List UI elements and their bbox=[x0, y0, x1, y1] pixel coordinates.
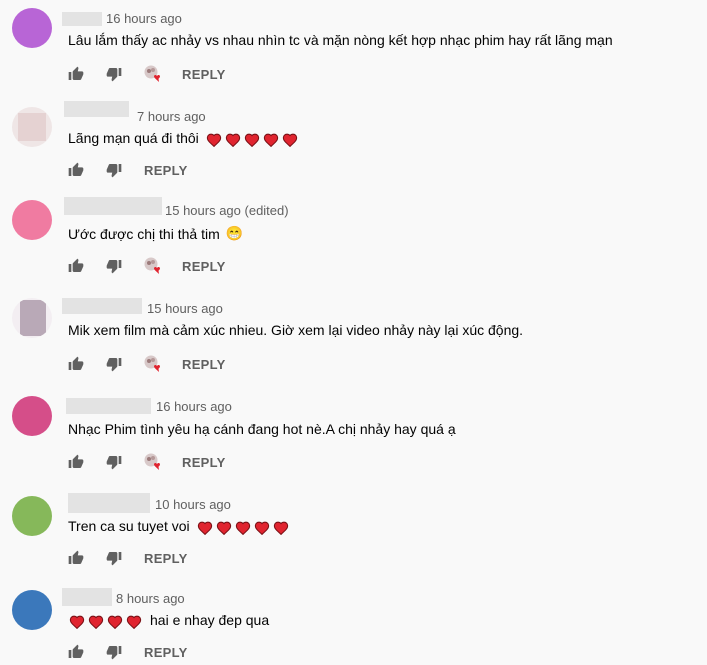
thumbs-down-icon[interactable] bbox=[106, 66, 122, 82]
thumbs-up-icon[interactable] bbox=[68, 550, 84, 566]
author-name[interactable] bbox=[62, 12, 102, 26]
comment-text: hai e nhay đep qua bbox=[66, 612, 269, 629]
comment-text: Mik xem film mà cảm xúc nhieu. Giờ xem l… bbox=[68, 322, 523, 338]
comment-text-content: Mik xem film mà cảm xúc nhieu. Giờ xem l… bbox=[68, 322, 524, 338]
avatar[interactable] bbox=[12, 200, 52, 240]
creator-heart-icon bbox=[144, 65, 162, 83]
reply-button[interactable]: REPLY bbox=[182, 357, 226, 372]
thumbs-up-icon[interactable] bbox=[68, 454, 84, 470]
comment-text-content: hai e nhay đep qua bbox=[150, 612, 270, 629]
comment-text: Lâu lắm thấy ac nhảy vs nhau nhìn tc và … bbox=[68, 32, 613, 48]
author-name[interactable] bbox=[62, 298, 142, 314]
comment-text-content: Nhạc Phim tình yêu hạ cánh đang hot nè.A… bbox=[68, 421, 456, 437]
author-name[interactable] bbox=[64, 101, 129, 117]
reply-button[interactable]: REPLY bbox=[182, 67, 226, 82]
red-heart-icon bbox=[88, 615, 104, 629]
red-heart-icon bbox=[263, 133, 278, 147]
thumbs-down-icon[interactable] bbox=[106, 454, 122, 470]
reply-button[interactable]: REPLY bbox=[144, 163, 188, 178]
comment-time[interactable]: 15 hours ago bbox=[147, 301, 223, 316]
avatar[interactable] bbox=[12, 8, 52, 48]
avatar[interactable] bbox=[12, 298, 52, 338]
comment-time[interactable]: 8 hours ago bbox=[116, 591, 185, 606]
avatar[interactable] bbox=[12, 496, 52, 536]
reply-button[interactable]: REPLY bbox=[182, 455, 226, 470]
thumbs-down-icon[interactable] bbox=[106, 258, 122, 274]
red-heart-icon bbox=[216, 521, 231, 535]
comment-text-content: Tren ca su tuyet voi bbox=[68, 518, 190, 535]
comment-text-content: Lãng mạn quá đi thôi bbox=[68, 130, 199, 147]
thumbs-up-icon[interactable] bbox=[68, 356, 84, 372]
thumbs-down-icon[interactable] bbox=[106, 644, 122, 660]
red-heart-icon bbox=[273, 521, 288, 535]
comment-actions: REPLY bbox=[68, 642, 188, 662]
thumbs-up-icon[interactable] bbox=[68, 258, 84, 274]
heart-emoji-group bbox=[194, 518, 289, 535]
avatar[interactable] bbox=[12, 396, 52, 436]
red-heart-icon bbox=[225, 133, 240, 147]
comment-actions: REPLY bbox=[68, 256, 226, 276]
red-heart-icon bbox=[244, 133, 259, 147]
comment-text-content: Ước được chị thi thả tim bbox=[68, 225, 220, 242]
author-name[interactable] bbox=[64, 197, 162, 215]
red-heart-icon bbox=[107, 615, 123, 629]
red-heart-icon bbox=[69, 615, 85, 629]
comment-text: Ước được chị thi thả tim 😁 bbox=[68, 225, 243, 242]
reply-button[interactable]: REPLY bbox=[182, 259, 226, 274]
red-heart-icon bbox=[197, 521, 212, 535]
comment-time[interactable]: 16 hours ago bbox=[106, 11, 182, 26]
comment-text: Lãng mạn quá đi thôi bbox=[68, 130, 298, 147]
comment-text: Nhạc Phim tình yêu hạ cánh đang hot nè.A… bbox=[68, 421, 456, 437]
comment-time[interactable]: 10 hours ago bbox=[155, 497, 231, 512]
thumbs-up-icon[interactable] bbox=[68, 162, 84, 178]
comment-actions: REPLY bbox=[68, 354, 226, 374]
comment-time[interactable]: 16 hours ago bbox=[156, 399, 232, 414]
comment-actions: REPLY bbox=[68, 452, 226, 472]
avatar[interactable] bbox=[12, 107, 52, 147]
creator-heart-icon bbox=[144, 257, 162, 275]
avatar[interactable] bbox=[12, 590, 52, 630]
heart-emoji-group bbox=[203, 130, 298, 147]
thumbs-down-icon[interactable] bbox=[106, 550, 122, 566]
red-heart-icon bbox=[206, 133, 221, 147]
creator-heart-icon bbox=[144, 355, 162, 373]
red-heart-icon bbox=[254, 521, 269, 535]
thumbs-down-icon[interactable] bbox=[106, 162, 122, 178]
red-heart-icon bbox=[282, 133, 297, 147]
comment-actions: REPLY bbox=[68, 548, 188, 568]
comment-time[interactable]: 7 hours ago bbox=[137, 109, 206, 124]
heart-emoji-group bbox=[66, 612, 142, 629]
creator-heart-icon bbox=[144, 453, 162, 471]
author-name[interactable] bbox=[62, 588, 112, 606]
comment-text-content: Lâu lắm thấy ac nhảy vs nhau nhìn tc và … bbox=[68, 32, 613, 48]
red-heart-icon bbox=[235, 521, 250, 535]
red-heart-icon bbox=[126, 615, 142, 629]
comment-text: Tren ca su tuyet voi bbox=[68, 518, 289, 535]
author-name[interactable] bbox=[66, 398, 151, 414]
comment-time[interactable]: 15 hours ago (edited) bbox=[165, 203, 289, 218]
grin-emoji-icon: 😁 bbox=[225, 225, 244, 241]
thumbs-up-icon[interactable] bbox=[68, 644, 84, 660]
reply-button[interactable]: REPLY bbox=[144, 645, 188, 660]
comment-actions: REPLY bbox=[68, 160, 188, 180]
comment-actions: REPLY bbox=[68, 64, 226, 84]
thumbs-down-icon[interactable] bbox=[106, 356, 122, 372]
reply-button[interactable]: REPLY bbox=[144, 551, 188, 566]
thumbs-up-icon[interactable] bbox=[68, 66, 84, 82]
author-name[interactable] bbox=[68, 493, 150, 513]
